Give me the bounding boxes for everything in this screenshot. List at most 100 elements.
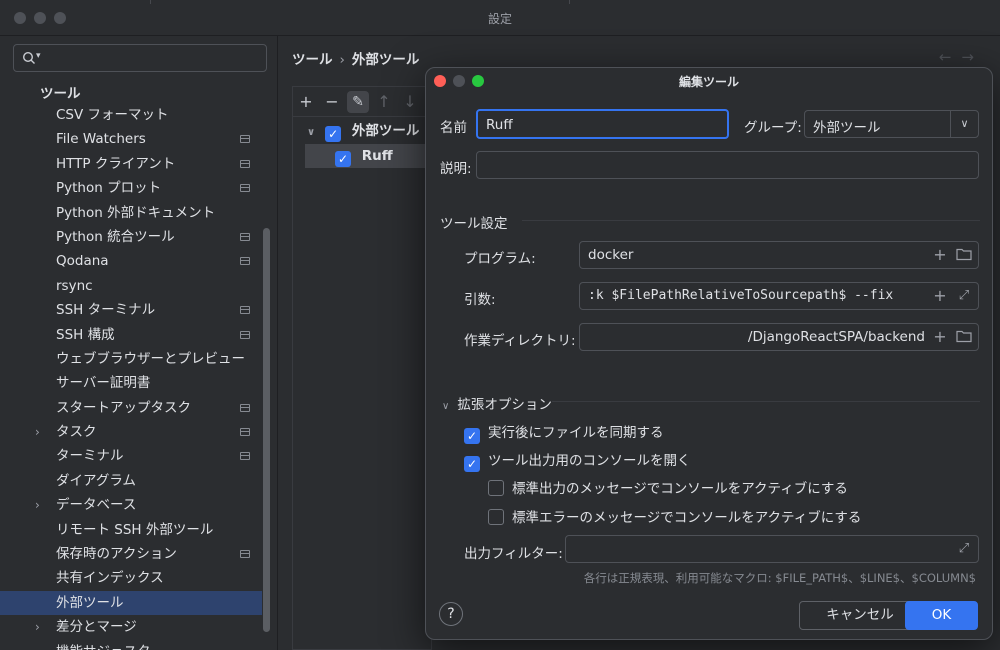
sidebar-item[interactable]: rsync: [0, 274, 262, 298]
sidebar-item-label: ダイアグラム: [56, 472, 136, 489]
chevron-down-icon[interactable]: ∨: [950, 111, 978, 137]
breadcrumb-separator: ›: [339, 52, 345, 68]
sidebar-item[interactable]: スタートアップタスク: [0, 396, 262, 420]
description-field[interactable]: [476, 151, 979, 179]
help-button[interactable]: ?: [439, 602, 463, 626]
move-down-icon[interactable]: ↓: [399, 91, 421, 113]
sidebar-item-label: SSH ターミナル: [56, 302, 156, 319]
sidebar-item-label: ウェブブラウザーとプレビュー: [56, 350, 245, 367]
chevron-right-icon[interactable]: ›: [35, 615, 40, 639]
move-up-icon[interactable]: ↑: [373, 91, 395, 113]
edit-tool-dialog: 編集ツール 名前 グループ: 外部ツール ∨ 説明: ツール設定 プログラム: …: [425, 67, 993, 640]
working-directory-label: 作業ディレクトリ:: [464, 333, 576, 349]
description-input[interactable]: [485, 156, 970, 174]
sidebar-item[interactable]: Python プロット: [0, 176, 262, 200]
output-filter-input[interactable]: [574, 540, 934, 558]
sidebar-item[interactable]: › タスク: [0, 420, 262, 444]
option-row[interactable]: ✓ 実行後にファイルを同期する: [464, 421, 664, 444]
insert-macro-icon[interactable]: +: [932, 247, 948, 263]
option-checkbox[interactable]: ✓: [464, 456, 480, 472]
sidebar-item[interactable]: ウェブブラウザーとプレビュー: [0, 347, 262, 371]
group-select[interactable]: 外部ツール ∨: [804, 110, 979, 138]
insert-macro-icon[interactable]: +: [932, 329, 948, 345]
sidebar-item[interactable]: CSV フォーマット: [0, 103, 262, 127]
background-window-strip: [150, 0, 570, 4]
sidebar-item[interactable]: HTTP クライアント: [0, 152, 262, 176]
sidebar-item[interactable]: Python 外部ドキュメント: [0, 201, 262, 225]
tool-item-row[interactable]: ✓ Ruff: [335, 144, 393, 168]
sidebar-item[interactable]: SSH ターミナル: [0, 298, 262, 322]
option-row[interactable]: ✓ ツール出力用のコンソールを開く: [464, 449, 691, 472]
expand-icon[interactable]: ⤢: [956, 541, 972, 557]
sidebar-item[interactable]: › 差分とマージ: [0, 615, 262, 639]
sidebar-item[interactable]: 保存時のアクション: [0, 542, 262, 566]
history-nav: ←→: [939, 48, 984, 66]
program-input[interactable]: [588, 246, 918, 264]
option-checkbox[interactable]: [488, 480, 504, 496]
breadcrumb: ツール › 外部ツール: [292, 48, 419, 68]
working-directory-field[interactable]: /DjangoReactSPA/backend +: [579, 323, 979, 351]
arguments-field[interactable]: :k $FilePathRelativeToSourcepath$ --fix …: [579, 282, 979, 310]
sidebar-scrollbar[interactable]: [263, 228, 270, 632]
sidebar-item[interactable]: リモート SSH 外部ツール: [0, 518, 262, 542]
project-level-icon: [240, 232, 250, 241]
chevron-right-icon[interactable]: ›: [35, 420, 40, 444]
tool-item-label: Ruff: [361, 148, 393, 164]
sidebar-item-label: SSH 構成: [56, 326, 115, 343]
sidebar-item[interactable]: ダイアグラム: [0, 469, 262, 493]
project-level-icon: [240, 403, 250, 412]
cancel-button[interactable]: キャンセル: [799, 601, 921, 630]
advanced-options-section[interactable]: ∨ 拡張オプション: [442, 393, 552, 413]
folder-icon[interactable]: [956, 329, 972, 345]
sidebar-item[interactable]: SSH 構成: [0, 323, 262, 347]
edit-tool-icon[interactable]: ✎: [347, 91, 369, 113]
sidebar-item-label: CSV フォーマット: [56, 107, 169, 123]
breadcrumb-parent[interactable]: ツール: [292, 52, 333, 68]
sidebar-item[interactable]: Python 統合ツール: [0, 225, 262, 249]
insert-macro-icon[interactable]: +: [932, 288, 948, 304]
tool-group-row[interactable]: ∨ ✓ 外部ツール: [307, 119, 419, 143]
chevron-down-icon[interactable]: ∨: [307, 127, 315, 138]
remove-tool-icon[interactable]: −: [321, 91, 343, 113]
sidebar-item-label: データベース: [56, 497, 137, 514]
sidebar-item[interactable]: 外部ツール: [0, 590, 262, 616]
sidebar-item-label: rsync: [56, 277, 93, 294]
expand-icon[interactable]: ⤢: [956, 288, 972, 304]
option-row[interactable]: 標準出力のメッセージでコンソールをアクティブにする: [488, 477, 848, 497]
sidebar-item[interactable]: サーバー証明書: [0, 371, 262, 395]
option-row[interactable]: 標準エラーのメッセージでコンソールをアクティブにする: [488, 506, 861, 526]
tree-header-tools[interactable]: ツール: [40, 82, 81, 102]
working-directory-value[interactable]: /DjangoReactSPA/backend: [748, 329, 925, 345]
option-label: 標準出力のメッセージでコンソールをアクティブにする: [512, 481, 848, 497]
program-field[interactable]: +: [579, 241, 979, 269]
search-input[interactable]: [48, 49, 258, 67]
sidebar-item-label: スタートアップタスク: [56, 399, 191, 416]
ok-button[interactable]: OK: [905, 601, 978, 630]
sidebar-item[interactable]: Qodana: [0, 249, 262, 273]
chevron-right-icon[interactable]: ›: [35, 493, 40, 517]
sidebar-item[interactable]: File Watchers: [0, 127, 262, 151]
sidebar-item[interactable]: ターミナル: [0, 444, 262, 468]
sidebar-item[interactable]: 共有インデックス: [0, 566, 262, 590]
back-arrow-icon[interactable]: ←: [939, 48, 962, 66]
sidebar-item-label: Qodana: [56, 253, 109, 270]
sidebar-item[interactable]: › データベース: [0, 493, 262, 517]
output-filter-field[interactable]: ⤢: [565, 535, 979, 563]
sidebar-item-label: 共有インデックス: [56, 570, 164, 587]
search-dropdown-icon[interactable]: ▾: [36, 51, 41, 61]
add-tool-icon[interactable]: +: [295, 91, 317, 113]
tool-group-checkbox[interactable]: ✓: [325, 126, 342, 142]
settings-search[interactable]: ▾: [13, 44, 267, 72]
option-checkbox[interactable]: [488, 509, 504, 525]
arguments-value[interactable]: :k $FilePathRelativeToSourcepath$ --fix: [588, 288, 928, 303]
sidebar-item-label: HTTP クライアント: [56, 155, 176, 172]
project-level-icon: [240, 330, 250, 339]
folder-icon[interactable]: [956, 247, 972, 263]
name-field[interactable]: [476, 109, 729, 139]
forward-arrow-icon[interactable]: →: [961, 48, 984, 66]
option-checkbox[interactable]: ✓: [464, 428, 480, 444]
tool-item-checkbox[interactable]: ✓: [335, 151, 351, 167]
name-input[interactable]: [486, 116, 719, 134]
sidebar-item[interactable]: 機能サジェスター: [0, 640, 262, 650]
chevron-down-icon[interactable]: ∨: [442, 401, 449, 412]
